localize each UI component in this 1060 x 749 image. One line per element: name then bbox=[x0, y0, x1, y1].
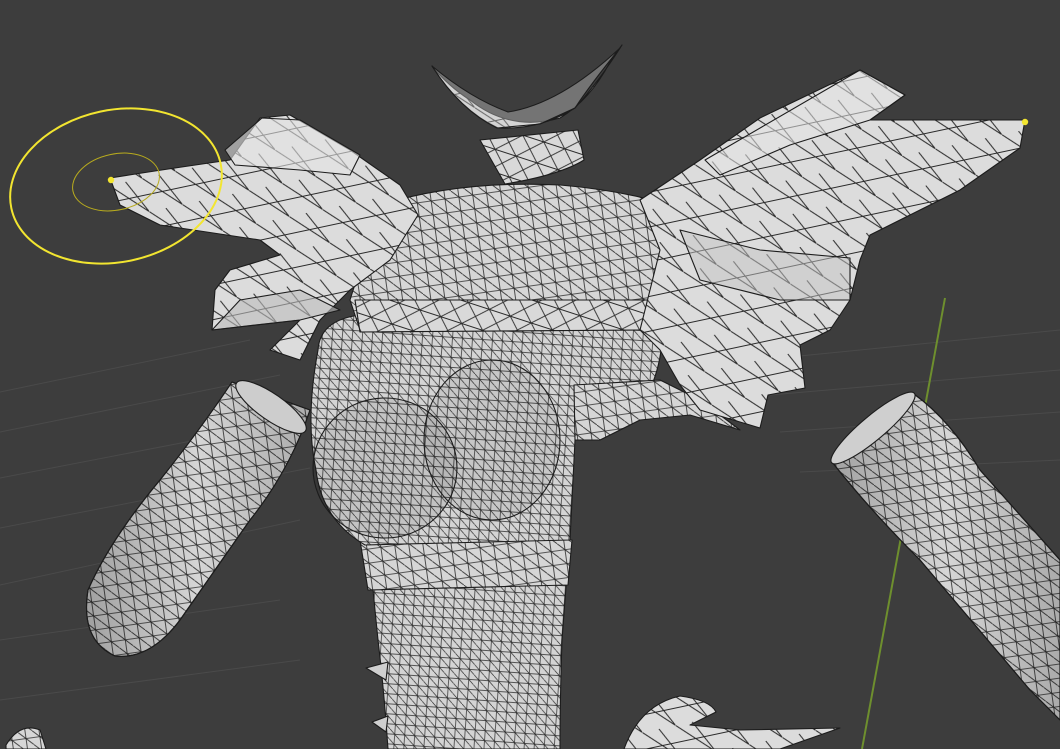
3d-viewport[interactable] bbox=[0, 0, 1060, 749]
viewport-canvas[interactable] bbox=[0, 0, 1060, 749]
selected-vertex-right[interactable] bbox=[1021, 118, 1029, 126]
selected-vertex-left[interactable] bbox=[107, 176, 115, 184]
